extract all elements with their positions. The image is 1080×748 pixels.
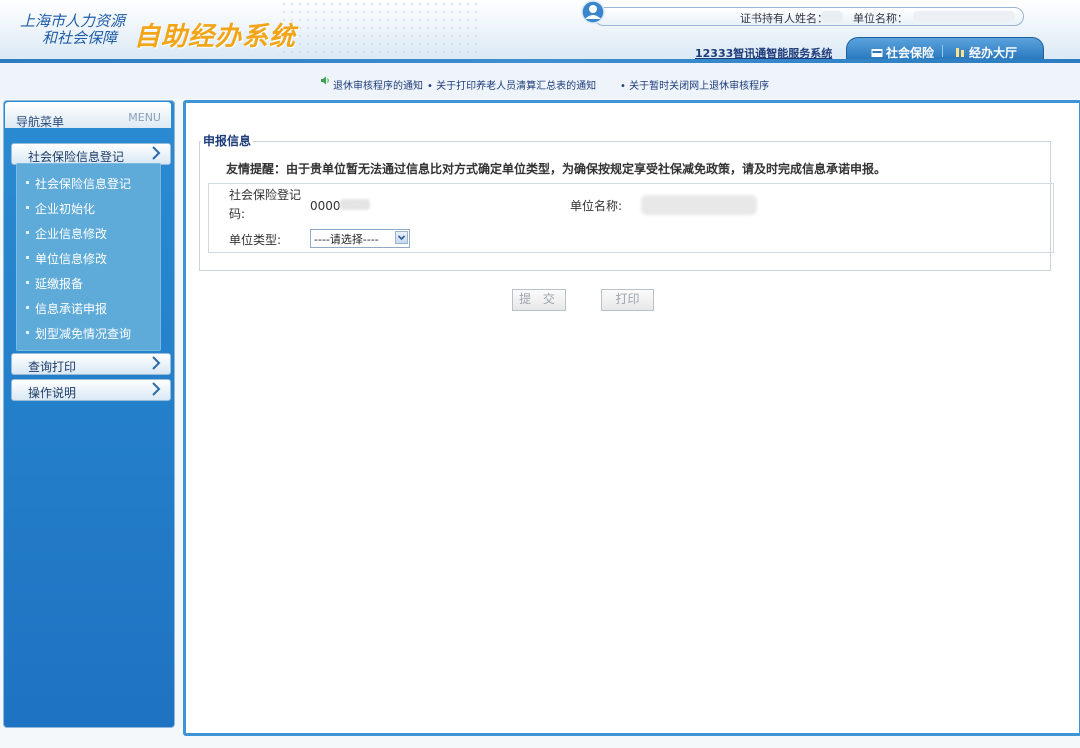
header-decoration bbox=[280, 0, 480, 60]
bullet-icon bbox=[26, 231, 29, 234]
menu-social-insurance-registration[interactable]: 社会保险信息登记 bbox=[11, 143, 171, 165]
user-info-bar: 证书持有人姓名： 单位名称： bbox=[594, 7, 1024, 26]
menu-query-print[interactable]: 查询打印 bbox=[11, 353, 171, 375]
notice-print-summary[interactable]: • 关于打印养老人员清算汇总表的通知 bbox=[427, 77, 596, 92]
registration-code-label: 社会保险登记码: bbox=[229, 188, 302, 221]
tab-service-hall[interactable]: 经办大厅 bbox=[955, 44, 1017, 61]
cert-holder-value bbox=[821, 11, 843, 22]
logo-line2: 和社会保障 bbox=[42, 29, 118, 47]
sidebar-item-label: 单位信息修改 bbox=[35, 252, 108, 266]
sidebar-item-enterprise-info-edit[interactable]: 企业信息修改 bbox=[26, 225, 108, 242]
tab-social-insurance[interactable]: 社会保险 bbox=[871, 44, 934, 61]
top-tab-strip: 社会保险 经办大厅 bbox=[846, 37, 1044, 63]
submit-button[interactable]: 提 交 bbox=[512, 289, 566, 311]
sidebar-item-label: 社会保险信息登记 bbox=[35, 177, 132, 191]
menu-section-label: 操作说明 bbox=[28, 386, 77, 400]
tab-separator bbox=[942, 45, 943, 57]
sidebar: 导航菜单 MENU 社会保险信息登记 社会保险信息登记 企业初始化 企业信息修改… bbox=[3, 100, 175, 728]
unit-type-label: 单位类型: bbox=[229, 233, 282, 247]
unit-name-field-redacted bbox=[641, 195, 757, 215]
header: 上海市人力资源 和社会保障 自助经办系统 证书持有人姓名： 单位名称： 1233… bbox=[0, 0, 1080, 63]
card-icon bbox=[871, 49, 883, 57]
unit-name-label: 单位名称： bbox=[853, 12, 908, 25]
unit-type-select[interactable]: ----请选择---- bbox=[310, 229, 410, 248]
notice-bar: 退休审核程序的通知 • 关于打印养老人员清算汇总表的通知 • 关于暂时关闭网上退… bbox=[0, 63, 1080, 99]
sidebar-item-label: 企业信息修改 bbox=[35, 227, 108, 241]
friendly-reminder: 友情提醒：由于贵单位暂无法通过信息比对方式确定单位类型，为确保按规定享受社保减免… bbox=[226, 162, 887, 176]
page-footer bbox=[0, 736, 1080, 748]
sidebar-item-reduction-query[interactable]: 划型减免情况查询 bbox=[26, 325, 132, 342]
sidebar-header: 导航菜单 MENU bbox=[5, 102, 171, 129]
logo: 上海市人力资源 和社会保障 bbox=[20, 13, 125, 47]
sidebar-item-deferred-payment[interactable]: 延缴报备 bbox=[26, 275, 84, 292]
sidebar-item-label: 企业初始化 bbox=[35, 202, 96, 216]
registration-code-value: 0000 bbox=[310, 199, 341, 213]
chevron-down-icon[interactable] bbox=[395, 231, 408, 244]
bullet-icon bbox=[26, 306, 29, 309]
tab-social-insurance-label: 社会保险 bbox=[886, 46, 935, 60]
menu-instructions[interactable]: 操作说明 bbox=[11, 379, 171, 401]
smart-service-link[interactable]: 12333智讯通智能服务系统 bbox=[695, 45, 832, 61]
unit-name-value bbox=[913, 11, 1015, 22]
sidebar-item-label: 划型减免情况查询 bbox=[35, 327, 132, 341]
sidebar-item-enterprise-init[interactable]: 企业初始化 bbox=[26, 200, 96, 217]
section-title: 申报信息 bbox=[201, 132, 254, 149]
bullet-icon bbox=[26, 206, 29, 209]
user-avatar-icon bbox=[581, 0, 605, 24]
notice-close-review[interactable]: • 关于暂时关闭网上退休审核程序 bbox=[620, 77, 769, 92]
sidebar-item-info-commitment[interactable]: 信息承诺申报 bbox=[26, 300, 108, 317]
main-panel: 申报信息 友情提醒：由于贵单位暂无法通过信息比对方式确定单位类型，为确保按规定享… bbox=[183, 100, 1080, 736]
sidebar-title: 导航菜单 bbox=[16, 115, 65, 129]
print-button[interactable]: 打印 bbox=[601, 289, 654, 311]
bullet-icon bbox=[26, 181, 29, 184]
sidebar-item-social-insurance-registration[interactable]: 社会保险信息登记 bbox=[26, 175, 132, 192]
sidebar-item-unit-info-edit[interactable]: 单位信息修改 bbox=[26, 250, 108, 267]
bullet-icon bbox=[26, 331, 29, 334]
sidebar-title-en: MENU bbox=[128, 111, 161, 124]
submenu-panel: 社会保险信息登记 企业初始化 企业信息修改 单位信息修改 延缴报备 信息承诺申报… bbox=[16, 163, 161, 351]
system-title: 自助经办系统 bbox=[134, 22, 297, 52]
logo-line1: 上海市人力资源 bbox=[20, 12, 126, 30]
tab-service-hall-label: 经办大厅 bbox=[969, 46, 1018, 60]
bullet-icon bbox=[26, 281, 29, 284]
sidebar-item-label: 延缴报备 bbox=[35, 277, 84, 291]
speaker-icon bbox=[321, 76, 329, 85]
menu-section-label: 查询打印 bbox=[28, 360, 77, 374]
sidebar-item-label: 信息承诺申报 bbox=[35, 302, 108, 316]
registration-code-redacted bbox=[340, 199, 370, 210]
unit-type-selected: ----请选择---- bbox=[314, 233, 379, 246]
bullet-icon bbox=[26, 256, 29, 259]
notice-retirement-review[interactable]: 退休审核程序的通知 bbox=[333, 77, 423, 92]
chevron-right-icon bbox=[152, 146, 161, 160]
chevron-right-icon bbox=[152, 356, 161, 370]
cert-holder-label: 证书持有人姓名： bbox=[740, 12, 828, 25]
unit-name-field-label: 单位名称: bbox=[570, 199, 623, 213]
building-icon bbox=[956, 48, 964, 57]
chevron-right-icon bbox=[152, 382, 161, 396]
